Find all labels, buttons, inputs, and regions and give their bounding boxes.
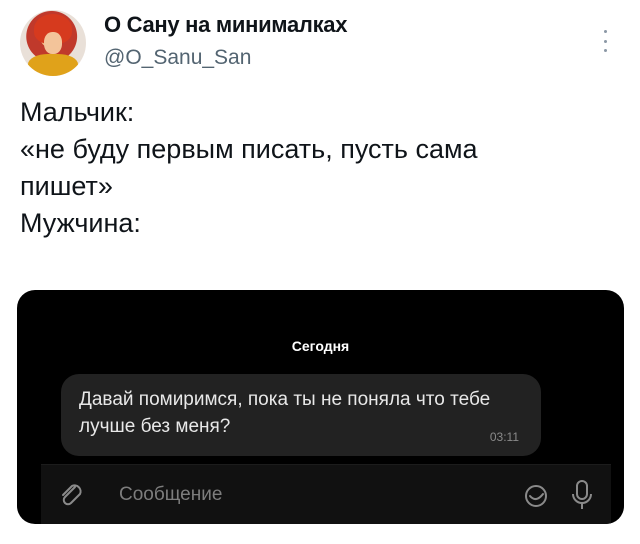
message-time: 03:11 (489, 430, 519, 444)
avatar-face (44, 32, 62, 54)
paperclip-icon[interactable] (57, 481, 85, 509)
message-bubble[interactable]: Давай помиримся, пока ты не поняла что т… (61, 374, 541, 456)
avatar-armor (28, 54, 78, 76)
tweet-line: Мужчина: (20, 208, 141, 238)
microphone-icon[interactable] (571, 479, 593, 511)
message-text: Давай помиримся, пока ты не поняла что т… (79, 389, 491, 437)
tweet-line: пишет» (20, 171, 113, 201)
message-input-bar (41, 464, 611, 524)
sticker-icon[interactable] (523, 483, 549, 509)
tweet-line: «не буду первым писать, пусть сама (20, 134, 478, 164)
display-name[interactable]: О Сану на минималках (104, 12, 347, 38)
chat-screenshot: Сегодня Давай помиримся, пока ты не поня… (17, 290, 624, 524)
message-input[interactable] (101, 477, 567, 513)
more-options-icon[interactable] (600, 30, 610, 52)
tweet-text: Мальчик: «не буду первым писать, пусть с… (20, 94, 620, 242)
tweet-line: Мальчик: (20, 97, 135, 127)
user-handle[interactable]: @O_Sanu_San (104, 46, 251, 70)
avatar[interactable] (20, 10, 86, 76)
date-separator: Сегодня (291, 338, 350, 354)
